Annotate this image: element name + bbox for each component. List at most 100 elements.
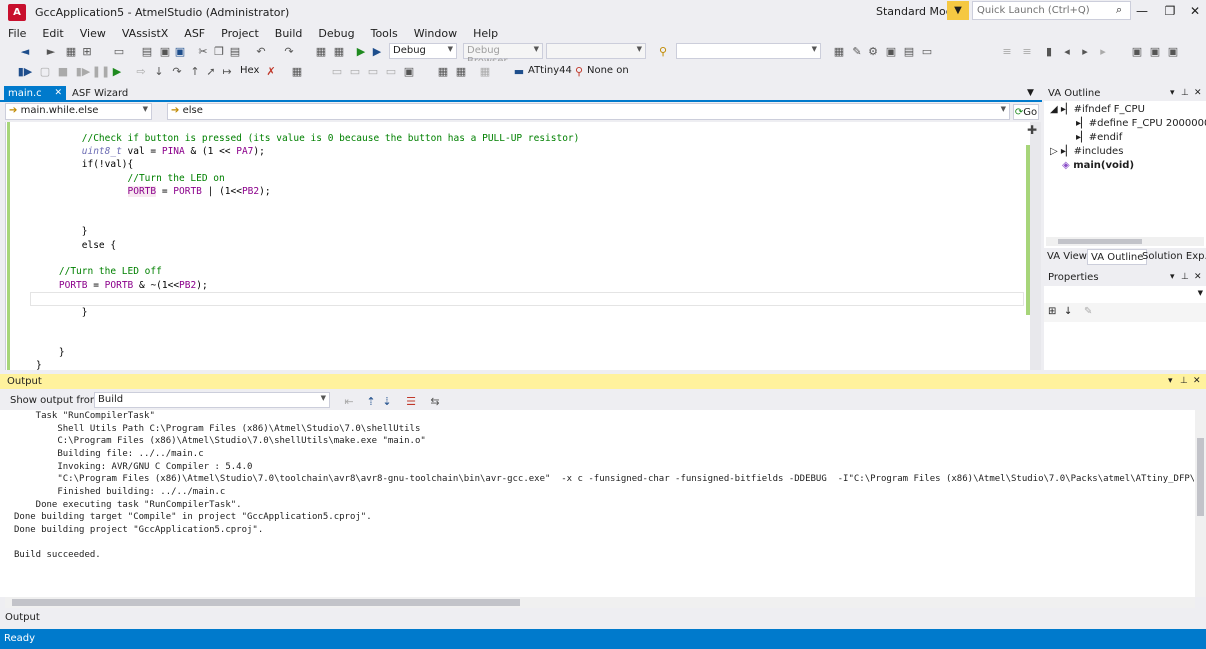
save-icon[interactable]: ▣ xyxy=(158,44,172,58)
open-icon[interactable]: ▤ xyxy=(140,44,154,58)
terminal-icon[interactable]: ▤ xyxy=(902,44,916,58)
output-vscroll-thumb[interactable] xyxy=(1197,438,1204,516)
redo-icon[interactable]: ↷ xyxy=(282,44,296,58)
start-debug-icon[interactable]: ▶ xyxy=(354,44,368,58)
wrench-icon[interactable]: ✎ xyxy=(850,44,864,58)
menu-build[interactable]: Build xyxy=(275,27,303,40)
bookmark-icon[interactable]: ▮ xyxy=(1042,44,1056,58)
pin-icon[interactable]: ⊥ xyxy=(1181,272,1189,282)
show-next-icon[interactable]: ⇨ xyxy=(134,64,148,78)
bookmark-toggle-icon[interactable]: ▣ xyxy=(1166,44,1180,58)
align-left-icon[interactable]: ≡ xyxy=(1000,44,1014,58)
split-editor-icon[interactable]: ✚ xyxy=(1027,123,1037,137)
breakpoint-icon[interactable]: ▦ xyxy=(478,64,492,78)
start-without-debug-icon[interactable]: ▶ xyxy=(370,44,384,58)
va-item-define[interactable]: ▸▏#define F_CPU 20000000UL xyxy=(1076,118,1206,129)
go-button[interactable]: ⟳ Go xyxy=(1013,104,1039,120)
bookmark-next-icon[interactable]: ▸ xyxy=(1078,44,1092,58)
memory-icon[interactable]: ▦ xyxy=(290,64,304,78)
maximize-button[interactable]: ❐ xyxy=(1158,2,1182,20)
clear-icon[interactable]: ✗ xyxy=(264,64,278,78)
output-source-select[interactable]: Build ▼ xyxy=(94,392,330,408)
rebuild-icon[interactable]: ▦ xyxy=(332,44,346,58)
lock-icon[interactable]: ▢ xyxy=(38,64,52,78)
break-icon[interactable]: ▮▶ xyxy=(76,64,91,78)
pointer-icon[interactable]: ➚ xyxy=(204,64,218,78)
platform-select[interactable]: ▼ xyxy=(546,43,646,59)
menu-file[interactable]: File xyxy=(8,27,26,40)
filter-icon[interactable]: ▼ xyxy=(947,1,969,20)
close-tab-icon[interactable]: ✕ xyxy=(54,88,62,98)
io-view-icon[interactable]: ▭ xyxy=(366,64,380,78)
va-hscroll-thumb[interactable] xyxy=(1058,239,1142,244)
run-icon[interactable]: ▶ xyxy=(110,64,124,78)
windows-icon[interactable]: ▭ xyxy=(330,64,344,78)
menu-edit[interactable]: Edit xyxy=(42,27,63,40)
paste-icon[interactable]: ▤ xyxy=(228,44,242,58)
menu-debug[interactable]: Debug xyxy=(318,27,354,40)
close-button[interactable]: ✕ xyxy=(1183,2,1206,20)
menu-asf[interactable]: ASF xyxy=(184,27,205,40)
step-out-icon[interactable]: ↑ xyxy=(188,64,202,78)
bookmark-folder-icon[interactable]: ▸ xyxy=(1096,44,1110,58)
processor-icon[interactable]: ▭ xyxy=(384,64,398,78)
member-select[interactable]: ➔ else ▼ xyxy=(167,103,1010,120)
align-right-icon[interactable]: ≡ xyxy=(1020,44,1034,58)
device-icon[interactable]: ▦ xyxy=(436,64,450,78)
search-icon[interactable]: ⌕ xyxy=(1116,3,1122,17)
pause-icon[interactable]: ❚❚ xyxy=(92,64,110,78)
debug-browser-select[interactable]: Debug Browser▼ xyxy=(463,43,543,67)
tab-output-bottom[interactable]: Output xyxy=(0,609,1206,629)
cut-icon[interactable]: ✂ xyxy=(196,44,210,58)
output-hscroll-thumb[interactable] xyxy=(12,599,520,606)
tool-icon[interactable]: ▦ xyxy=(454,64,468,78)
previous-message-icon[interactable]: ⇡ xyxy=(364,394,378,408)
va-item-includes[interactable]: ▷ ▸▏#includes xyxy=(1050,146,1123,157)
tool-label[interactable]: None on xyxy=(587,65,629,76)
device-chip-icon[interactable]: ▬ xyxy=(512,64,526,78)
solution-icon[interactable]: ▦ xyxy=(64,44,78,58)
gear-icon[interactable]: ⚙ xyxy=(866,44,880,58)
configuration-select[interactable]: Debug ▼ xyxy=(389,43,457,59)
clear-all-icon[interactable]: ☰ xyxy=(404,394,418,408)
pin-icon[interactable]: ⊥ xyxy=(1181,88,1189,98)
scope-select[interactable]: ➔ main.while.else ▼ xyxy=(5,103,152,120)
menu-window[interactable]: Window xyxy=(414,27,457,40)
va-item-main[interactable]: ◈ main(void) xyxy=(1062,160,1134,171)
undo-icon[interactable]: ↶ xyxy=(254,44,268,58)
menu-vassistx[interactable]: VAssistX xyxy=(122,27,168,40)
disassembly-icon[interactable]: ▣ xyxy=(402,64,416,78)
bookmark-list-icon[interactable]: ▣ xyxy=(1148,44,1162,58)
va-item-endif[interactable]: ▸▏#endif xyxy=(1076,132,1122,143)
alphabetical-icon[interactable]: ↓ xyxy=(1064,306,1072,317)
run-to-cursor-icon[interactable]: ↦ xyxy=(220,64,234,78)
tab-va-view[interactable]: VA View xyxy=(1044,249,1090,265)
quick-launch-input[interactable]: Quick Launch (Ctrl+Q) xyxy=(972,1,1131,20)
find-icon[interactable]: ⚲ xyxy=(656,44,670,58)
menu-tools[interactable]: Tools xyxy=(371,27,398,40)
tab-asf-wizard[interactable]: ASF Wizard xyxy=(72,88,128,99)
device-programming-icon[interactable]: ▦ xyxy=(832,44,846,58)
tab-solution-explorer[interactable]: Solution Exp... xyxy=(1139,249,1206,265)
bookmark-clear-icon[interactable]: ▣ xyxy=(1130,44,1144,58)
forward-icon[interactable]: ► xyxy=(44,44,58,58)
close-icon[interactable]: ✕ xyxy=(1194,272,1202,282)
tool-plug-icon[interactable]: ⚲ xyxy=(572,64,586,78)
menu-view[interactable]: View xyxy=(80,27,106,40)
go-to-line-icon[interactable]: ⇤ xyxy=(342,394,356,408)
chip-icon[interactable]: ▣ xyxy=(884,44,898,58)
menu-project[interactable]: Project xyxy=(221,27,259,40)
menu-help[interactable]: Help xyxy=(473,27,498,40)
step-over-icon[interactable]: ↷ xyxy=(170,64,184,78)
tab-main-c[interactable]: main.c ✕ xyxy=(4,86,66,102)
stop-icon[interactable]: ■ xyxy=(56,64,70,78)
dropdown-icon[interactable]: ▾ xyxy=(1170,272,1175,282)
new-file-icon[interactable]: ▭ xyxy=(112,44,126,58)
minimize-button[interactable]: — xyxy=(1130,2,1154,20)
continue-icon[interactable]: ▮▶ xyxy=(18,64,33,78)
dropdown-icon[interactable]: ▾ xyxy=(1170,88,1175,98)
code-editor[interactable] xyxy=(5,122,1041,370)
bookmark-prev-icon[interactable]: ◂ xyxy=(1060,44,1074,58)
next-message-icon[interactable]: ⇣ xyxy=(380,394,394,408)
step-into-icon[interactable]: ↓ xyxy=(152,64,166,78)
